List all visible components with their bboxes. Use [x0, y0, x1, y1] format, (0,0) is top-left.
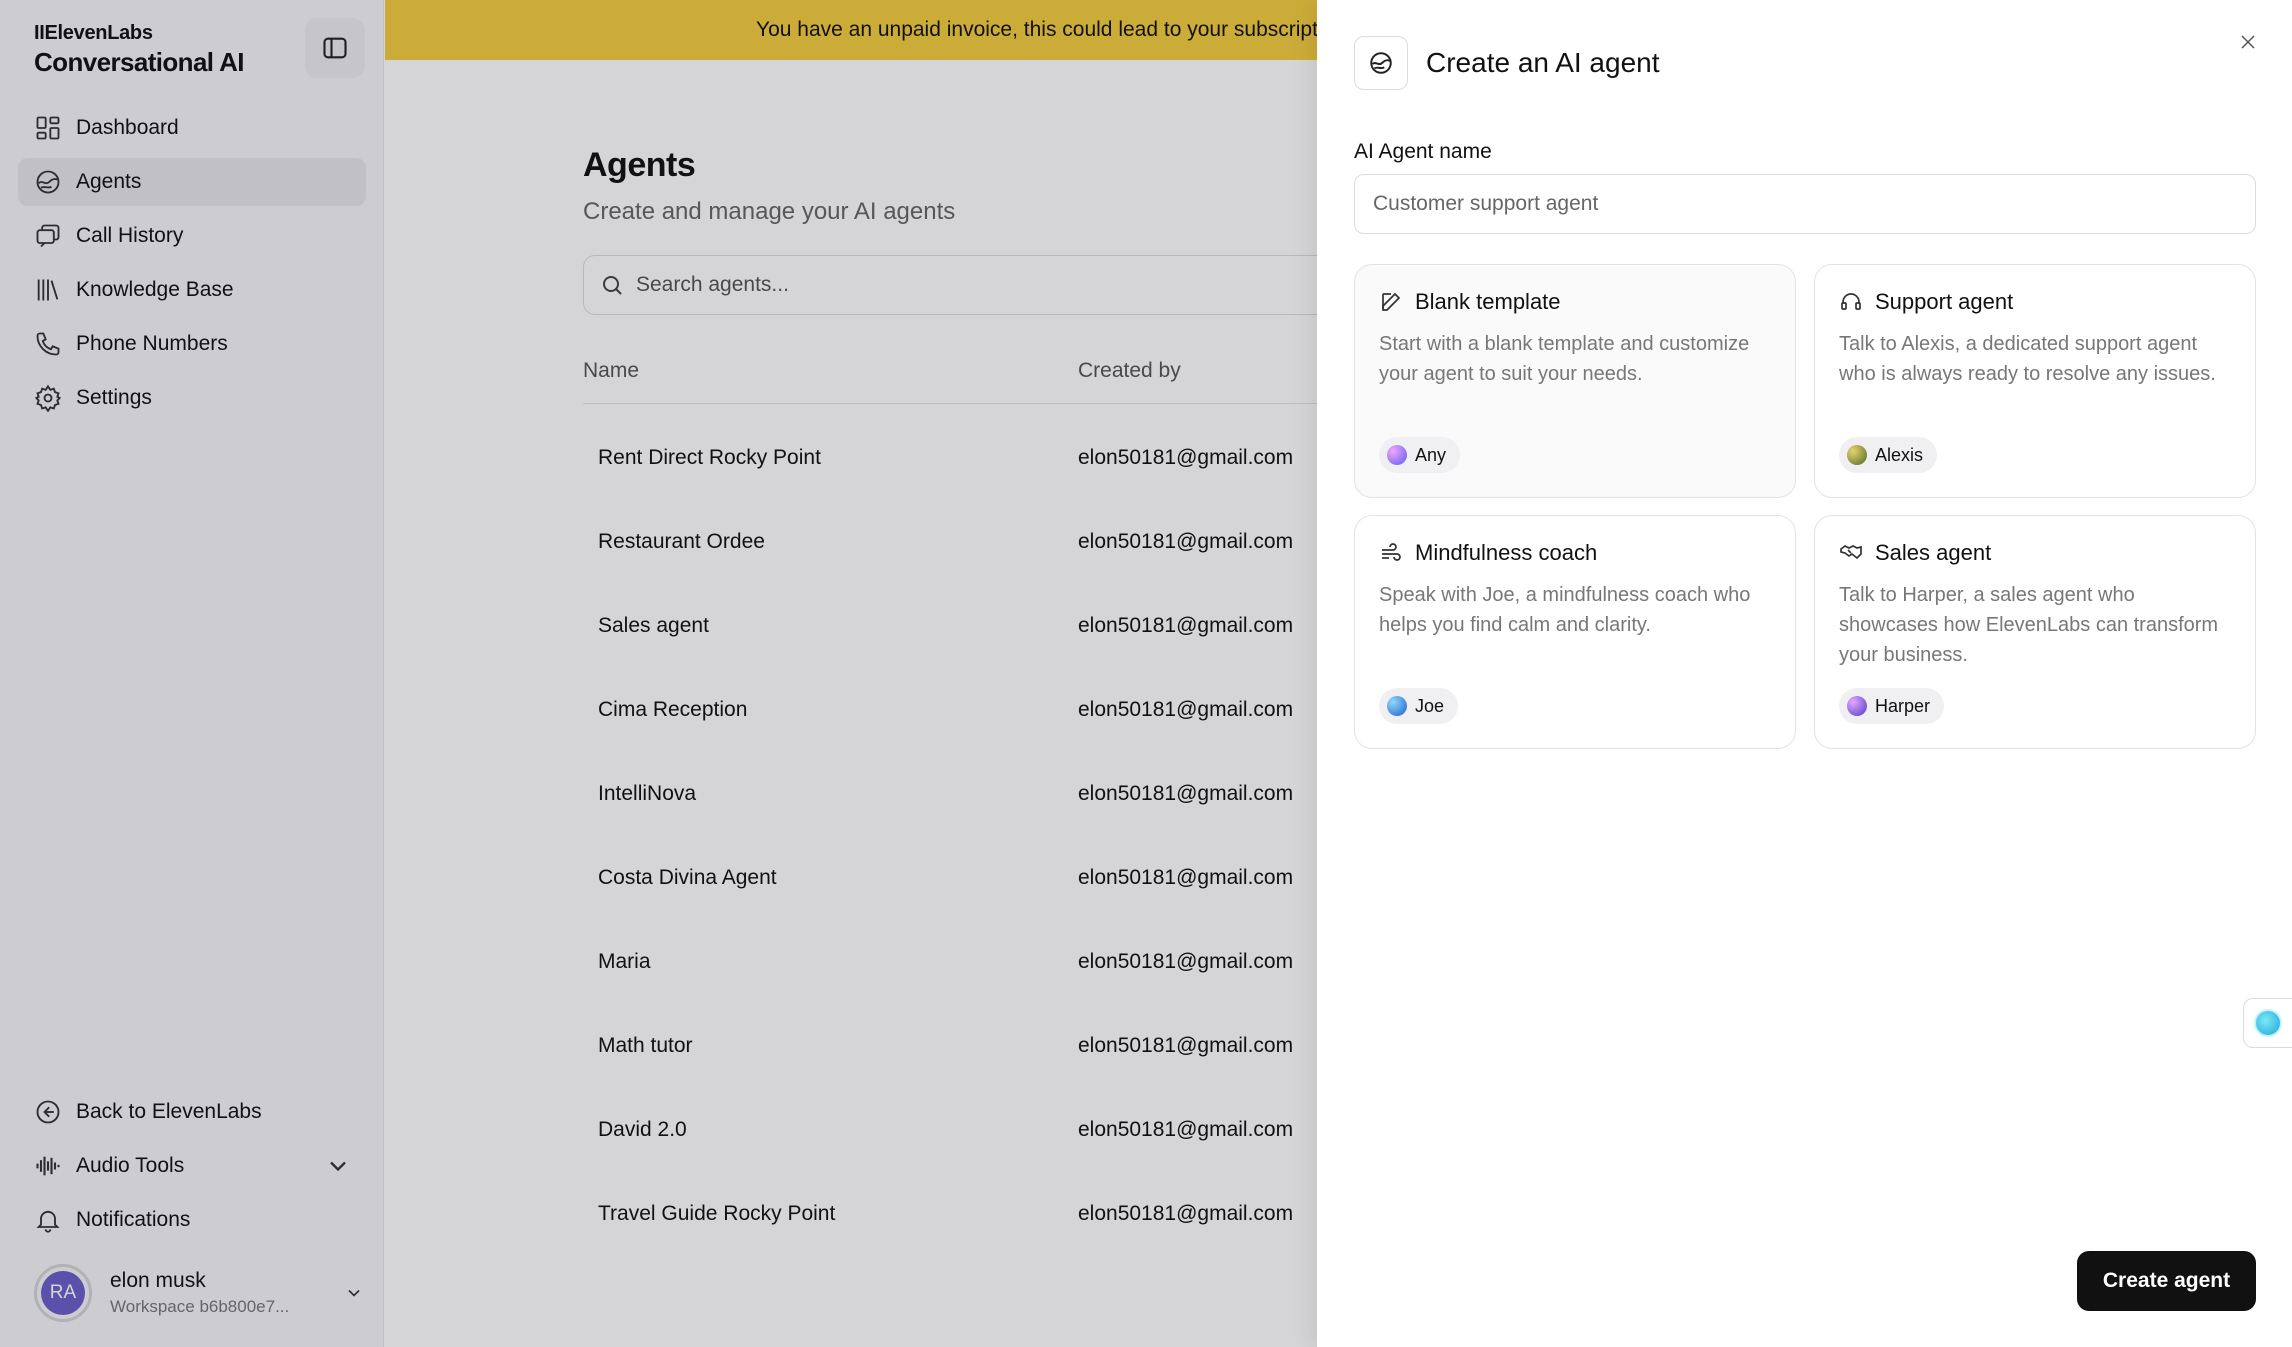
card-title: Mindfulness coach: [1415, 540, 1598, 565]
agent-name-label: AI Agent name: [1354, 140, 1492, 163]
voice-name: Any: [1415, 444, 1447, 465]
voice-avatar-icon: [1387, 696, 1407, 716]
voice-name: Joe: [1415, 695, 1445, 716]
voice-avatar-icon: [1847, 696, 1867, 716]
close-icon: [2241, 35, 2255, 49]
template-card-sales[interactable]: Sales agent Talk to Harper, a sales agen…: [1814, 515, 2256, 749]
agents-icon: [1354, 36, 1408, 90]
card-header: Support agent: [1839, 289, 2231, 315]
card-title: Support agent: [1875, 289, 2014, 314]
card-title: Blank template: [1415, 289, 1561, 314]
card-description: Talk to Alexis, a dedicated support agen…: [1839, 333, 2216, 385]
voice-avatar-icon: [1847, 445, 1867, 465]
headset-icon: [1841, 293, 1861, 310]
create-agent-panel: Create an AI agent AI Agent name Blank t…: [1317, 0, 2292, 1347]
assistant-widget-button[interactable]: [2243, 998, 2292, 1048]
card-description: Speak with Joe, a mindfulness coach who …: [1379, 584, 1751, 636]
card-header: Mindfulness coach: [1379, 540, 1771, 566]
voice-avatar-icon: [1387, 445, 1407, 465]
voice-chip: Harper: [1839, 688, 1945, 724]
voice-name: Harper: [1875, 695, 1931, 716]
template-card-mindfulness[interactable]: Mindfulness coach Speak with Joe, a mind…: [1354, 515, 1796, 749]
card-header: Sales agent: [1839, 540, 2231, 566]
handshake-icon: [1840, 545, 1862, 560]
card-description: Talk to Harper, a sales agent who showca…: [1839, 584, 2219, 666]
close-button[interactable]: [2236, 30, 2260, 54]
template-card-support[interactable]: Support agent Talk to Alexis, a dedicate…: [1814, 264, 2256, 498]
panel-title: Create an AI agent: [1426, 47, 1660, 78]
template-card-blank[interactable]: Blank template Start with a blank templa…: [1354, 264, 1796, 498]
card-title: Sales agent: [1875, 540, 1992, 565]
modal-backdrop[interactable]: [0, 0, 1317, 1347]
voice-chip: Joe: [1379, 688, 1459, 724]
card-header: Blank template: [1379, 289, 1771, 315]
agent-name-input[interactable]: [1354, 174, 2256, 234]
assistant-orb-icon: [2254, 1009, 2282, 1037]
voice-name: Alexis: [1875, 444, 1924, 465]
card-description: Start with a blank template and customiz…: [1379, 333, 1750, 385]
wind-icon: [1382, 543, 1401, 561]
edit-icon: [1382, 292, 1401, 311]
voice-chip: Alexis: [1839, 437, 1938, 473]
voice-chip: Any: [1379, 437, 1461, 473]
create-agent-button[interactable]: Create agent: [2077, 1251, 2256, 1311]
